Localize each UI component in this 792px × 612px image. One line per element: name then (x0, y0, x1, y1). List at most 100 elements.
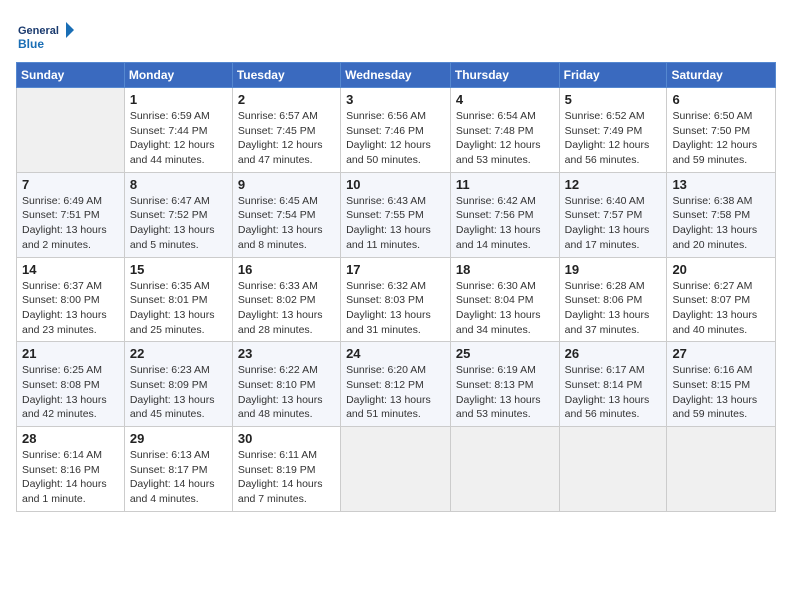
day-info: Sunrise: 6:14 AM Sunset: 8:16 PM Dayligh… (22, 448, 119, 507)
header-friday: Friday (559, 63, 667, 88)
week-row-5: 28 Sunrise: 6:14 AM Sunset: 8:16 PM Dayli… (17, 427, 776, 512)
day-info: Sunrise: 6:56 AM Sunset: 7:46 PM Dayligh… (346, 109, 445, 168)
day-info: Sunrise: 6:28 AM Sunset: 8:06 PM Dayligh… (565, 279, 662, 338)
calendar-cell: 11 Sunrise: 6:42 AM Sunset: 7:56 PM Dayli… (450, 172, 559, 257)
day-info: Sunrise: 6:32 AM Sunset: 8:03 PM Dayligh… (346, 279, 445, 338)
day-number: 28 (22, 431, 119, 446)
day-number: 24 (346, 346, 445, 361)
header-tuesday: Tuesday (232, 63, 340, 88)
svg-text:General: General (18, 25, 59, 37)
calendar-cell: 16Sunrise: 6:33 AM Sunset: 8:02 PM Dayli… (232, 257, 340, 342)
calendar-cell: 13 Sunrise: 6:38 AM Sunset: 7:58 PM Dayli… (667, 172, 776, 257)
day-info: Sunrise: 6:20 AM Sunset: 8:12 PM Dayligh… (346, 363, 445, 422)
day-info: Sunrise: 6:27 AM Sunset: 8:07 PM Dayligh… (672, 279, 770, 338)
day-number: 11 (456, 177, 554, 192)
day-info: Sunrise: 6:40 AM Sunset: 7:57 PM Dayligh… (565, 194, 662, 253)
calendar-cell (17, 88, 125, 173)
calendar-cell: 14Sunrise: 6:37 AM Sunset: 8:00 PM Dayli… (17, 257, 125, 342)
day-number: 29 (130, 431, 227, 446)
calendar-cell: 18 Sunrise: 6:30 AM Sunset: 8:04 PM Dayli… (450, 257, 559, 342)
day-info: Sunrise: 6:37 AM Sunset: 8:00 PM Dayligh… (22, 279, 119, 338)
calendar-cell (559, 427, 667, 512)
day-info: Sunrise: 6:16 AM Sunset: 8:15 PM Dayligh… (672, 363, 770, 422)
day-number: 22 (130, 346, 227, 361)
calendar-cell: 26 Sunrise: 6:17 AM Sunset: 8:14 PM Dayli… (559, 342, 667, 427)
day-info: Sunrise: 6:42 AM Sunset: 7:56 PM Dayligh… (456, 194, 554, 253)
calendar-cell: 19 Sunrise: 6:28 AM Sunset: 8:06 PM Dayli… (559, 257, 667, 342)
day-info: Sunrise: 6:50 AM Sunset: 7:50 PM Dayligh… (672, 109, 770, 168)
day-info: Sunrise: 6:11 AM Sunset: 8:19 PM Dayligh… (238, 448, 335, 507)
week-row-4: 21 Sunrise: 6:25 AM Sunset: 8:08 PM Dayli… (17, 342, 776, 427)
day-number: 8 (130, 177, 227, 192)
calendar-cell: 25 Sunrise: 6:19 AM Sunset: 8:13 PM Dayli… (450, 342, 559, 427)
day-info: Sunrise: 6:54 AM Sunset: 7:48 PM Dayligh… (456, 109, 554, 168)
day-number: 25 (456, 346, 554, 361)
day-number: 7 (22, 177, 119, 192)
header-saturday: Saturday (667, 63, 776, 88)
day-number: 6 (672, 92, 770, 107)
day-number: 4 (456, 92, 554, 107)
day-number: 2 (238, 92, 335, 107)
calendar-cell: 17 Sunrise: 6:32 AM Sunset: 8:03 PM Dayli… (341, 257, 451, 342)
week-row-3: 14Sunrise: 6:37 AM Sunset: 8:00 PM Dayli… (17, 257, 776, 342)
calendar-cell (341, 427, 451, 512)
day-number: 13 (672, 177, 770, 192)
calendar-cell (667, 427, 776, 512)
svg-text:Blue: Blue (18, 37, 44, 51)
calendar-cell: 29 Sunrise: 6:13 AM Sunset: 8:17 PM Dayli… (124, 427, 232, 512)
day-number: 3 (346, 92, 445, 107)
day-number: 1 (130, 92, 227, 107)
day-number: 12 (565, 177, 662, 192)
day-number: 16 (238, 262, 335, 277)
calendar-cell: 12 Sunrise: 6:40 AM Sunset: 7:57 PM Dayli… (559, 172, 667, 257)
day-number: 20 (672, 262, 770, 277)
day-number: 9 (238, 177, 335, 192)
day-number: 18 (456, 262, 554, 277)
day-info: Sunrise: 6:30 AM Sunset: 8:04 PM Dayligh… (456, 279, 554, 338)
day-number: 10 (346, 177, 445, 192)
calendar-cell: 8 Sunrise: 6:47 AM Sunset: 7:52 PM Daylig… (124, 172, 232, 257)
calendar-cell: 2 Sunrise: 6:57 AM Sunset: 7:45 PM Daylig… (232, 88, 340, 173)
day-info: Sunrise: 6:45 AM Sunset: 7:54 PM Dayligh… (238, 194, 335, 253)
day-info: Sunrise: 6:52 AM Sunset: 7:49 PM Dayligh… (565, 109, 662, 168)
calendar-cell: 9 Sunrise: 6:45 AM Sunset: 7:54 PM Daylig… (232, 172, 340, 257)
day-info: Sunrise: 6:43 AM Sunset: 7:55 PM Dayligh… (346, 194, 445, 253)
week-row-2: 7Sunrise: 6:49 AM Sunset: 7:51 PM Daylig… (17, 172, 776, 257)
calendar-header-row: SundayMondayTuesdayWednesdayThursdayFrid… (17, 63, 776, 88)
day-number: 19 (565, 262, 662, 277)
day-number: 15 (130, 262, 227, 277)
day-info: Sunrise: 6:19 AM Sunset: 8:13 PM Dayligh… (456, 363, 554, 422)
header-wednesday: Wednesday (341, 63, 451, 88)
day-info: Sunrise: 6:47 AM Sunset: 7:52 PM Dayligh… (130, 194, 227, 253)
day-number: 5 (565, 92, 662, 107)
day-number: 21 (22, 346, 119, 361)
calendar-cell: 23Sunrise: 6:22 AM Sunset: 8:10 PM Dayli… (232, 342, 340, 427)
day-info: Sunrise: 6:17 AM Sunset: 8:14 PM Dayligh… (565, 363, 662, 422)
calendar-cell: 4 Sunrise: 6:54 AM Sunset: 7:48 PM Daylig… (450, 88, 559, 173)
calendar-cell: 5 Sunrise: 6:52 AM Sunset: 7:49 PM Daylig… (559, 88, 667, 173)
calendar-cell: 24 Sunrise: 6:20 AM Sunset: 8:12 PM Dayli… (341, 342, 451, 427)
day-info: Sunrise: 6:38 AM Sunset: 7:58 PM Dayligh… (672, 194, 770, 253)
general-blue-logo-svg: General Blue (16, 16, 76, 56)
calendar-cell: 10 Sunrise: 6:43 AM Sunset: 7:55 PM Dayli… (341, 172, 451, 257)
day-number: 26 (565, 346, 662, 361)
calendar-cell: 30 Sunrise: 6:11 AM Sunset: 8:19 PM Dayli… (232, 427, 340, 512)
calendar-cell: 1Sunrise: 6:59 AM Sunset: 7:44 PM Daylig… (124, 88, 232, 173)
day-number: 27 (672, 346, 770, 361)
day-info: Sunrise: 6:57 AM Sunset: 7:45 PM Dayligh… (238, 109, 335, 168)
day-info: Sunrise: 6:25 AM Sunset: 8:08 PM Dayligh… (22, 363, 119, 422)
calendar-cell: 28 Sunrise: 6:14 AM Sunset: 8:16 PM Dayli… (17, 427, 125, 512)
calendar-cell: 21 Sunrise: 6:25 AM Sunset: 8:08 PM Dayli… (17, 342, 125, 427)
header-monday: Monday (124, 63, 232, 88)
day-info: Sunrise: 6:13 AM Sunset: 8:17 PM Dayligh… (130, 448, 227, 507)
header-thursday: Thursday (450, 63, 559, 88)
calendar-cell: 27 Sunrise: 6:16 AM Sunset: 8:15 PM Dayli… (667, 342, 776, 427)
day-number: 17 (346, 262, 445, 277)
header-sunday: Sunday (17, 63, 125, 88)
calendar-cell: 20 Sunrise: 6:27 AM Sunset: 8:07 PM Dayli… (667, 257, 776, 342)
day-number: 30 (238, 431, 335, 446)
calendar-cell: 22 Sunrise: 6:23 AM Sunset: 8:09 PM Dayli… (124, 342, 232, 427)
day-info: Sunrise: 6:23 AM Sunset: 8:09 PM Dayligh… (130, 363, 227, 422)
calendar-cell: 3 Sunrise: 6:56 AM Sunset: 7:46 PM Daylig… (341, 88, 451, 173)
week-row-1: 1Sunrise: 6:59 AM Sunset: 7:44 PM Daylig… (17, 88, 776, 173)
